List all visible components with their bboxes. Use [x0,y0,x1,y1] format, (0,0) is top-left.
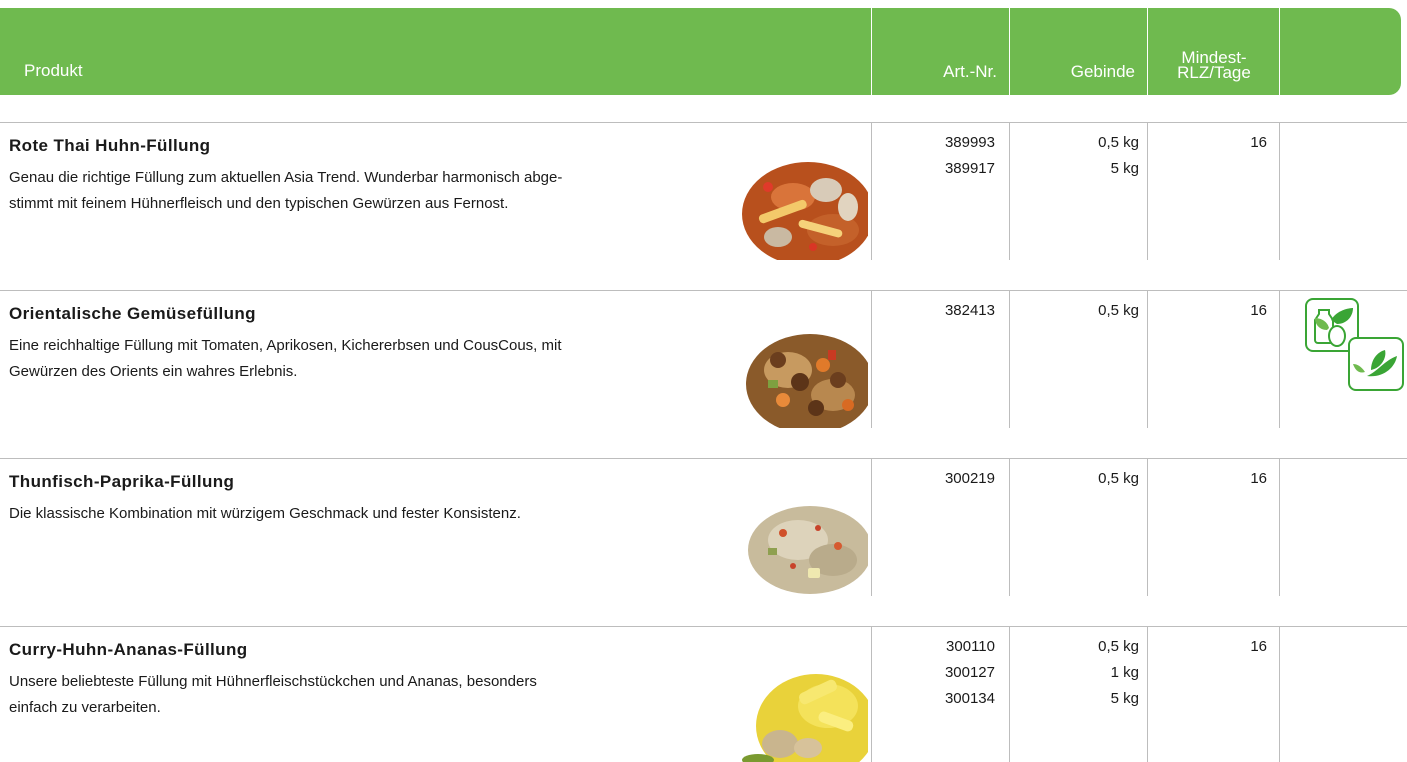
art-nr: 389917 [944,160,995,177]
header-rlz: Mindest- RLZ/Tage [1147,8,1279,95]
art-nr-cell: 389993 389917 [871,130,995,182]
header-art-nr-label: Art.-Nr. [943,62,997,81]
product-description: Unsere beliebteste Füllung mit Hühnerfle… [9,669,709,721]
col-divider [1279,626,1280,762]
row-divider [0,458,871,459]
art-nr-cell: 300110 300127 300134 [871,634,995,712]
gebinde: 0,5 kg [1098,134,1139,151]
row-divider [871,458,1407,459]
art-nr: 300127 [944,664,995,681]
desc-line: Gewürzen des Orients ein wahres Erlebnis… [9,363,298,380]
table-header: Produkt Art.-Nr. Gebinde Mindest- RLZ/Ta… [0,8,1401,95]
table-row: Rote Thai Huhn-Füllung Genau die richtig… [0,122,1407,262]
col-divider [1279,290,1280,428]
header-produkt: Produkt [24,61,83,80]
art-nr: 389993 [944,134,995,151]
product-title: Curry-Huhn-Ananas-Füllung [9,640,248,659]
table-row: Orientalische Gemüsefüllung Eine reichha… [0,290,1407,430]
rlz-cell: 16 [1250,470,1267,487]
desc-line: Unsere beliebteste Füllung mit Hühnerfle… [9,673,537,690]
gebinde-cell: 0,5 kg [1009,298,1139,324]
art-nr: 382413 [944,302,995,319]
header-gebinde-label: Gebinde [1070,62,1135,81]
gebinde: 0,5 kg [1098,302,1139,319]
art-nr-cell: 382413 [871,298,995,324]
curry-chicken-pineapple-photo [738,656,868,762]
product-description: Die klassische Kombination mit würzigem … [9,501,709,527]
table-row: Thunfisch-Paprika-Füllung Die klassische… [0,458,1407,598]
gebinde: 0,5 kg [1098,470,1139,487]
product-title: Thunfisch-Paprika-Füllung [9,472,235,491]
gebinde: 1 kg [1110,664,1139,681]
tuna-pepper-photo [738,488,868,596]
row-divider [871,290,1407,291]
vegan-leaf-icon [1348,337,1404,391]
gebinde: 5 kg [1110,160,1139,177]
row-divider [0,290,871,291]
rlz-cell: 16 [1250,638,1267,655]
art-nr-cell: 300219 [871,466,995,492]
desc-line: Eine reichhaltige Füllung mit Tomaten, A… [9,337,562,354]
row-divider [871,122,1407,123]
gebinde: 0,5 kg [1098,638,1139,655]
product-title: Rote Thai Huhn-Füllung [9,136,211,155]
desc-line: Die klassische Kombination mit würzigem … [9,505,521,522]
header-icon-col [1279,8,1280,95]
art-nr: 300219 [944,470,995,487]
gebinde-cell: 0,5 kg 1 kg 5 kg [1009,634,1139,712]
rlz-cell: 16 [1250,302,1267,319]
header-rlz-line2: RLZ/Tage [1177,63,1251,82]
row-divider [0,122,871,123]
product-title: Orientalische Gemüsefüllung [9,304,256,323]
red-thai-chicken-photo [738,152,868,260]
row-divider [0,626,871,627]
art-nr: 300110 [946,638,995,655]
art-nr: 300134 [944,690,995,707]
desc-line: einfach zu verarbeiten. [9,699,161,716]
desc-line: stimmt mit feinem Hühnerfleisch und den … [9,195,509,212]
gebinde-cell: 0,5 kg [1009,466,1139,492]
gebinde-cell: 0,5 kg 5 kg [1009,130,1139,182]
header-gebinde: Gebinde [1009,8,1147,95]
table-row: Curry-Huhn-Ananas-Füllung Unsere beliebt… [0,626,1407,762]
product-description: Genau die richtige Füllung zum aktuellen… [9,165,709,217]
header-rlz-label: Mindest- RLZ/Tage [1148,49,1280,82]
product-description: Eine reichhaltige Füllung mit Tomaten, A… [9,333,709,385]
desc-line: Genau die richtige Füllung zum aktuellen… [9,169,563,186]
oriental-vegetable-photo [738,320,868,428]
row-divider [871,626,1407,627]
rlz-cell: 16 [1250,134,1267,151]
header-art-nr: Art.-Nr. [871,8,1009,95]
col-divider [1279,458,1280,596]
gebinde: 5 kg [1110,690,1139,707]
diet-badges [1305,298,1405,398]
col-divider [1279,122,1280,260]
